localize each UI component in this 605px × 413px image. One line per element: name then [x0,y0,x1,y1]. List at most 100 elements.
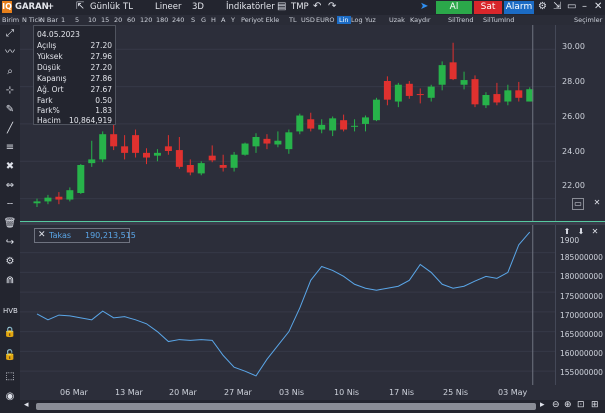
indicator-legend[interactable]: ✕ Takas 190,213,515 [34,228,136,243]
subbar-item[interactable]: Kaydır [410,16,431,24]
select-icon[interactable]: ⬚ [3,371,17,383]
pane-settings-icon[interactable]: ▭ [572,198,584,210]
cursor-icon[interactable]: ➤ [420,1,428,12]
lock-icon[interactable]: 🔒 [3,327,17,339]
price-axis[interactable]: 30.00 28.00 26.00 24.00 22.00 ▭ ✕ [555,25,605,221]
magnet-icon[interactable]: ⋒ [3,275,17,287]
expand-icon[interactable]: ⊞ [591,400,599,410]
candle-body [504,90,512,102]
subbar-item[interactable]: S [191,16,195,24]
scale-selector[interactable]: Lineer [155,2,181,12]
fit-icon[interactable]: ⊡ [577,400,585,410]
subbar-item[interactable]: 5 [75,16,79,24]
pencil-icon[interactable]: ✎ [3,104,17,116]
subbar-item[interactable]: Y [231,16,235,24]
scroll-left-icon[interactable]: ◂ [24,400,29,410]
undo-icon[interactable]: ↶ [313,1,321,12]
subbar-item[interactable]: Uzak [389,16,405,24]
template-icon[interactable]: ▤ [277,1,286,12]
template-button[interactable]: TMP [291,2,309,12]
minimize-icon[interactable]: – [582,1,587,12]
period-selector[interactable]: Günlük [90,2,120,12]
redo-icon[interactable]: ↷ [328,1,336,12]
trash-icon[interactable]: 🗑 [3,218,17,230]
hvb-button[interactable]: HVB [3,305,18,317]
subbar-item[interactable]: 240 [172,16,184,24]
fibonacci-icon[interactable]: ≡ [3,142,17,154]
pin-icon[interactable]: ⇲ [553,1,561,12]
subbar-item[interactable]: Periyot Ekle [241,16,279,24]
window-icon[interactable]: ▭ [567,1,576,12]
subbar-item-active[interactable]: Lin [337,16,351,24]
subbar-item[interactable]: N Tick [22,16,42,24]
indicators-menu[interactable]: İndikatörler [226,2,275,12]
crosshair-icon[interactable]: ⊹ [3,85,17,97]
pane-close-icon[interactable]: ✕ [590,227,600,237]
zoom-in-icon[interactable]: ⊕ [564,400,572,410]
selections-label[interactable]: Seçimler [574,16,602,24]
subbar-item[interactable]: SilTrend [448,16,474,24]
alarm-button[interactable]: Alarm [504,1,534,14]
legend-close-icon[interactable]: ✕ [38,230,46,240]
subbar-item[interactable]: SilTumInd [483,16,514,24]
candle-body [252,137,260,147]
subbar-item[interactable]: USD [301,16,315,24]
subbar-item[interactable]: 1 [61,16,65,24]
subbar-item[interactable]: 180 [156,16,168,24]
add-symbol-button[interactable]: + [47,2,54,12]
measure-icon[interactable]: ⇔ [3,180,17,192]
subbar-item[interactable]: Log [351,16,363,24]
subbar-item[interactable]: 60 [127,16,135,24]
buy-button[interactable]: Al [436,1,472,14]
zoom-out-icon[interactable]: ⊖ [552,400,560,410]
scroll-right-icon[interactable]: ▸ [540,400,545,410]
subbar-item[interactable]: 120 [140,16,152,24]
y-tick-label: 185000000 [560,253,603,262]
sell-button[interactable]: Sat [474,1,502,14]
subbar-item[interactable]: TL [289,16,297,24]
candle-body [164,146,172,151]
takas-line-chart[interactable] [20,225,555,385]
subbar-item[interactable]: Yuz [365,16,376,24]
subbar-item[interactable]: Birim [2,16,19,24]
subbar-item[interactable]: A [221,16,225,24]
expand-icon[interactable]: ⤢ [3,28,17,40]
x-axis[interactable]: 06 Mar 13 Mar 20 Mar 27 Mar 03 Nis 10 Ni… [20,385,605,400]
ohlc-info-box: 04.05.2023 Açılış 27.20 Yüksek 27.96 Düş… [33,25,116,125]
candle-body [175,150,183,167]
indicator-pane[interactable] [20,225,555,385]
currency-selector[interactable]: TL [123,2,133,12]
mode-3d-button[interactable]: 3D [192,2,204,12]
eraser-icon[interactable]: ✖ [3,161,17,173]
symbol-label[interactable]: GARAN [15,2,49,12]
scrollbar-thumb[interactable] [36,403,536,410]
indicator-axis[interactable]: ⬆ ⬇ ✕ 1900 185000000 180000000 175000000… [555,225,605,385]
gear-icon[interactable]: ⚙ [538,1,547,12]
eye-icon[interactable]: ◉ [3,391,17,403]
subbar-item[interactable]: 10 [88,16,96,24]
x-tick-label: 13 Mar [115,388,143,397]
x-tick-label: 27 Mar [224,388,252,397]
trend-icon[interactable]: 〰 [3,47,17,59]
unlock-icon[interactable]: 🔓 [3,350,17,362]
zoom-icon[interactable]: ⌕ [3,66,17,78]
subbar-item[interactable]: EURO [316,16,335,24]
close-icon[interactable]: ✕ [594,1,602,12]
subbar-item[interactable]: N Bar [40,16,58,24]
arrow-icon[interactable]: ↪ [3,237,17,249]
subbar-item[interactable]: G [201,16,206,24]
info-label: Yüksek [37,52,63,61]
dash-icon[interactable]: ┄ [3,199,17,211]
subbar-item[interactable]: 20 [114,16,122,24]
line-tool-icon[interactable]: ╱ [3,123,17,135]
settings-icon[interactable]: ⚙ [3,256,17,268]
subbar-item[interactable]: 15 [101,16,109,24]
external-window-icon[interactable]: ⇱ [76,1,84,12]
subbar-item[interactable]: H [211,16,216,24]
candle-body [66,190,74,200]
candle-body [340,120,348,130]
candle-body [219,165,227,168]
x-tick-label: 06 Mar [60,388,88,397]
pane-remove-icon[interactable]: ✕ [592,198,602,208]
candle-body [394,84,402,102]
